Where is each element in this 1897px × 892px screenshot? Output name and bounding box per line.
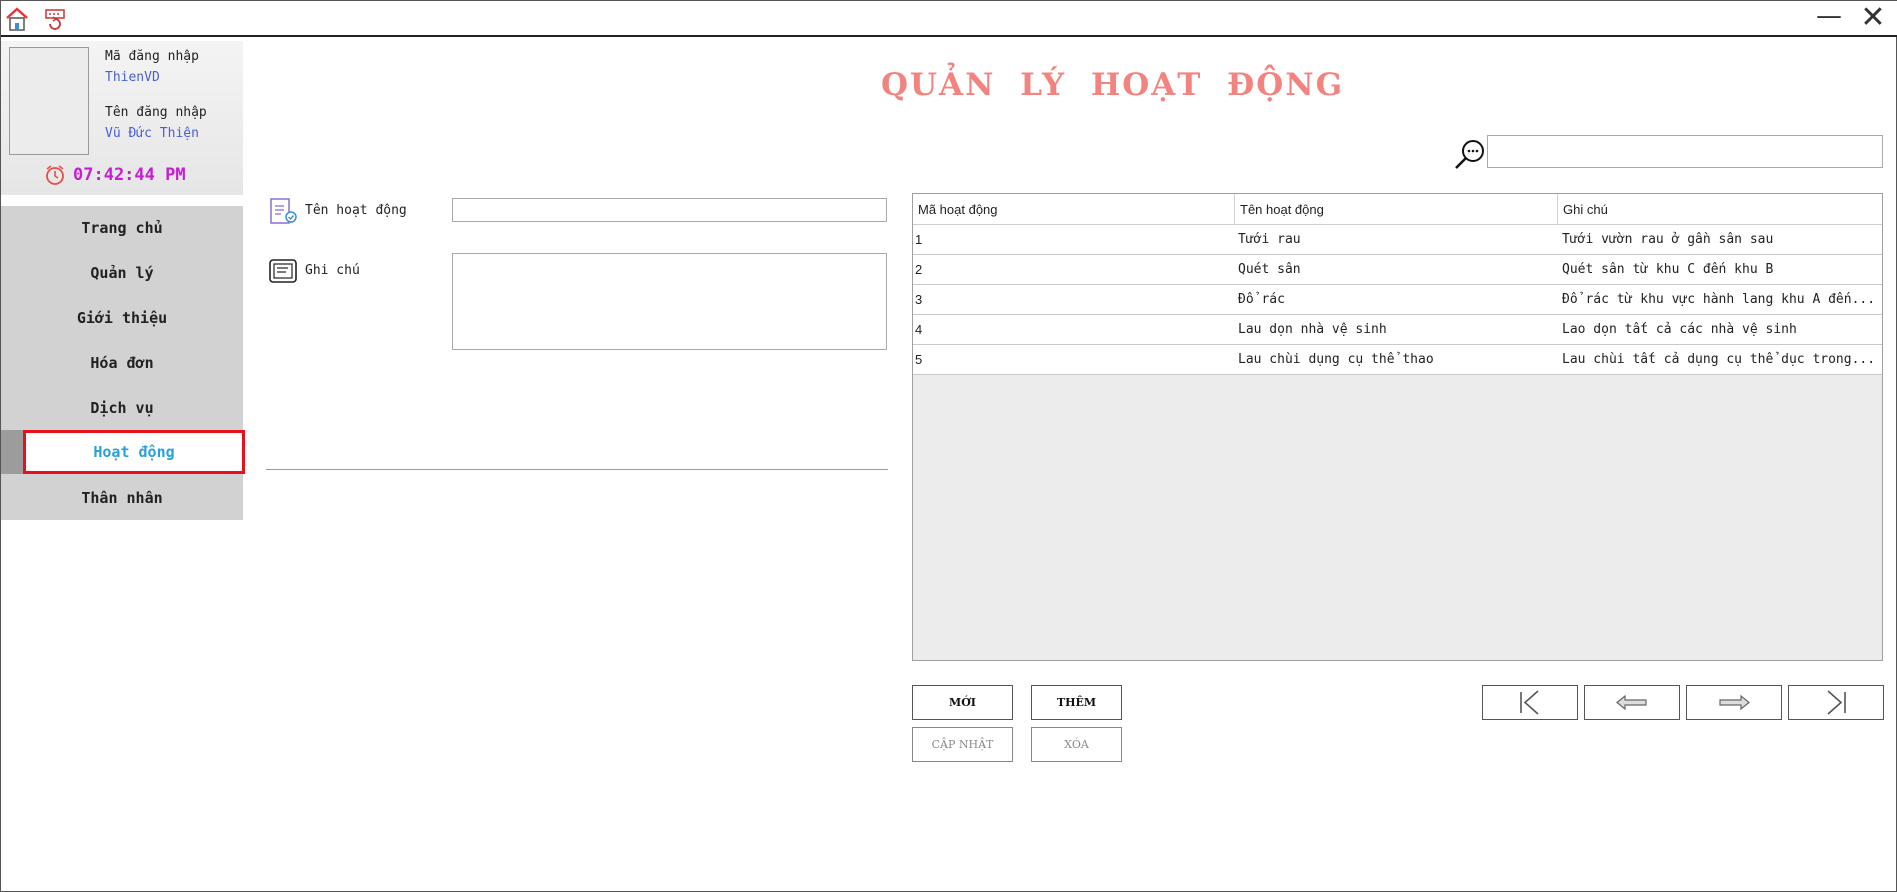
form-divider [266,469,888,470]
title-bar: — ✕ [1,1,1897,37]
close-button[interactable]: ✕ [1856,3,1890,33]
note-field[interactable] [452,253,887,350]
sidebar-item-quan-ly[interactable]: Quản lý [1,251,243,295]
activity-name-label: Tên hoạt động [305,203,407,218]
table-row[interactable]: 1 Tưới rau Tưới vườn rau ở gần sân sau [913,225,1882,255]
table-row[interactable]: 2 Quét sân Quét sân từ khu C đến khu B [913,255,1882,285]
delete-button[interactable]: XÓA [1031,727,1122,762]
sidebar-item-than-nhan[interactable]: Thân nhân [1,476,243,520]
next-button[interactable] [1686,685,1782,720]
login-name-value: Vũ Đức Thiện [105,126,199,141]
clock-time: 07:42:44 PM [73,165,186,185]
sidebar-item-hoat-dong[interactable]: Hoạt động [23,430,245,474]
table-header: Mã hoạt động Tên hoạt động Ghi chú [913,194,1882,225]
column-header-note[interactable]: Ghi chú [1558,194,1882,225]
last-page-button[interactable] [1788,685,1884,720]
cell-note: Tưới vườn rau ở gần sân sau [1562,232,1774,247]
note-icon [269,259,297,283]
user-profile-panel: Mã đăng nhập ThienVD Tên đăng nhập Vũ Đứ… [1,41,243,195]
app-window: — ✕ Mã đăng nhập ThienVD Tên đăng nhập V… [0,0,1897,892]
column-header-name[interactable]: Tên hoạt động [1235,194,1558,225]
cell-note: Lao dọn tất cả các nhà vệ sinh [1562,322,1797,337]
activity-table: Mã hoạt động Tên hoạt động Ghi chú 1 Tướ… [912,193,1883,661]
note-label: Ghi chú [305,263,360,278]
previous-arrow-icon [1616,694,1647,711]
table-row[interactable]: 4 Lau dọn nhà vệ sinh Lao dọn tất cả các… [913,315,1882,345]
login-id-value: ThienVD [105,70,160,85]
first-page-icon [1520,690,1539,715]
next-arrow-icon [1719,694,1750,711]
minimize-button[interactable]: — [1812,3,1846,33]
first-page-button[interactable] [1482,685,1578,720]
activity-name-icon [270,198,297,224]
cell-name: Quét sân [1238,262,1301,277]
search-input[interactable] [1487,135,1883,168]
new-button[interactable]: MỚI [912,685,1013,720]
refresh-icon[interactable] [41,5,69,33]
cell-id: 2 [915,262,923,277]
sidebar-item-trang-chu[interactable]: Trang chủ [1,206,243,250]
table-row[interactable]: 3 Đổ rác Đổ rác từ khu vực hành lang khu… [913,285,1882,315]
cell-name: Lau chùi dụng cụ thể thao [1238,352,1434,367]
column-header-id[interactable]: Mã hoạt động [913,194,1235,225]
cell-id: 1 [915,232,923,247]
cell-id: 3 [915,292,923,307]
update-button[interactable]: CẬP NHẬT [912,727,1013,762]
last-page-icon [1827,690,1846,715]
cell-name: Tưới rau [1238,232,1301,247]
clock: 07:42:44 PM [43,163,186,187]
sidebar-item-gioi-thieu[interactable]: Giới thiệu [1,296,243,340]
cell-name: Lau dọn nhà vệ sinh [1238,322,1387,337]
cell-id: 4 [915,322,923,337]
previous-button[interactable] [1584,685,1680,720]
search-icon[interactable] [1453,137,1487,171]
home-icon[interactable] [3,5,31,33]
sidebar-nav: Trang chủ Quản lý Giới thiệu Hóa đơn Dịc… [1,206,245,520]
cell-note: Lau chùi tất cả dụng cụ thể dục trong... [1562,352,1876,367]
cell-note: Quét sân từ khu C đến khu B [1562,262,1774,277]
alarm-clock-icon [46,165,64,185]
table-row[interactable]: 5 Lau chùi dụng cụ thể thao Lau chùi tất… [913,345,1882,375]
sidebar-item-hoa-don[interactable]: Hóa đơn [1,341,243,385]
avatar [9,47,89,155]
cell-note: Đổ rác từ khu vực hành lang khu A đến... [1562,292,1876,307]
sidebar-item-dich-vu[interactable]: Dịch vụ [1,386,243,430]
activity-name-field[interactable] [452,198,887,222]
page-title: QUẢN LÝ HOẠT ĐỘNG [881,67,1345,103]
active-indicator [1,430,23,474]
cell-id: 5 [915,352,923,367]
login-name-label: Tên đăng nhập [105,105,207,120]
login-id-label: Mã đăng nhập [105,49,199,64]
add-button[interactable]: THÊM [1031,685,1122,720]
cell-name: Đổ rác [1238,292,1285,307]
